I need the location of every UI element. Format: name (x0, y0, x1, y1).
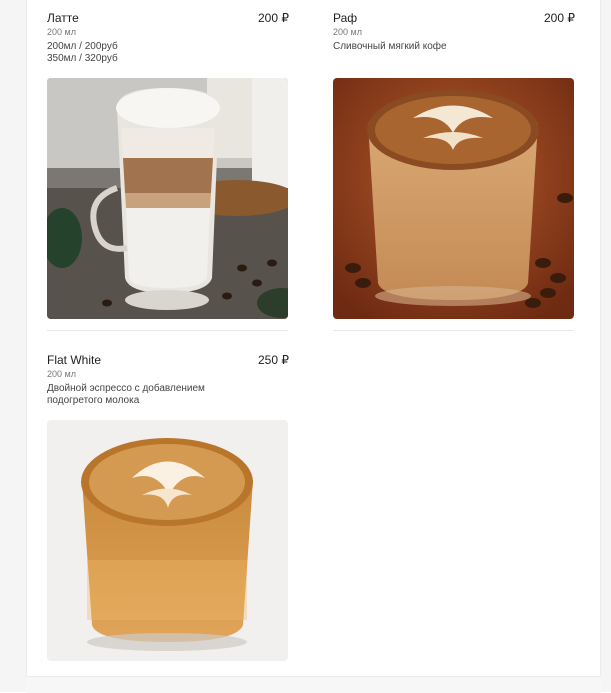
menu-item-title: Латте (47, 11, 79, 25)
raf-photo[interactable] (333, 78, 574, 319)
menu-item-price: 200 ₽ (544, 11, 575, 25)
menu-item-description: Двойной эспрессо с добавлением подогрето… (47, 383, 205, 406)
flat-white-photo[interactable] (47, 420, 288, 661)
menu-item-price: 200 ₽ (258, 11, 289, 25)
menu-item-title: Flat White (47, 353, 102, 367)
menu-item-divider (47, 330, 288, 331)
menu-item-flat-white[interactable]: Flat White 250 ₽ 200 мл Двойной эспрессо… (47, 353, 289, 407)
page-left-margin (0, 0, 27, 692)
menu-item-volume: 200 мл (333, 27, 362, 37)
menu-item-title: Раф (333, 11, 358, 25)
menu-item-description: Сливочный мягкий кофе (333, 41, 447, 52)
menu-item-volume: 200 мл (47, 27, 76, 37)
menu-item-latte[interactable]: Латте 200 ₽ 200 мл 200мл / 200руб 350мл … (47, 11, 289, 65)
page-right-margin (600, 0, 611, 692)
menu-item-volume: 200 мл (47, 369, 76, 379)
latte-photo[interactable] (47, 78, 288, 319)
footer-strip (26, 676, 601, 693)
menu-item-raf[interactable]: Раф 200 ₽ 200 мл Сливочный мягкий кофе (333, 11, 575, 53)
menu-item-price: 250 ₽ (258, 353, 289, 367)
menu-item-divider (333, 330, 574, 331)
menu-item-description: 200мл / 200руб 350мл / 320руб (47, 41, 118, 64)
